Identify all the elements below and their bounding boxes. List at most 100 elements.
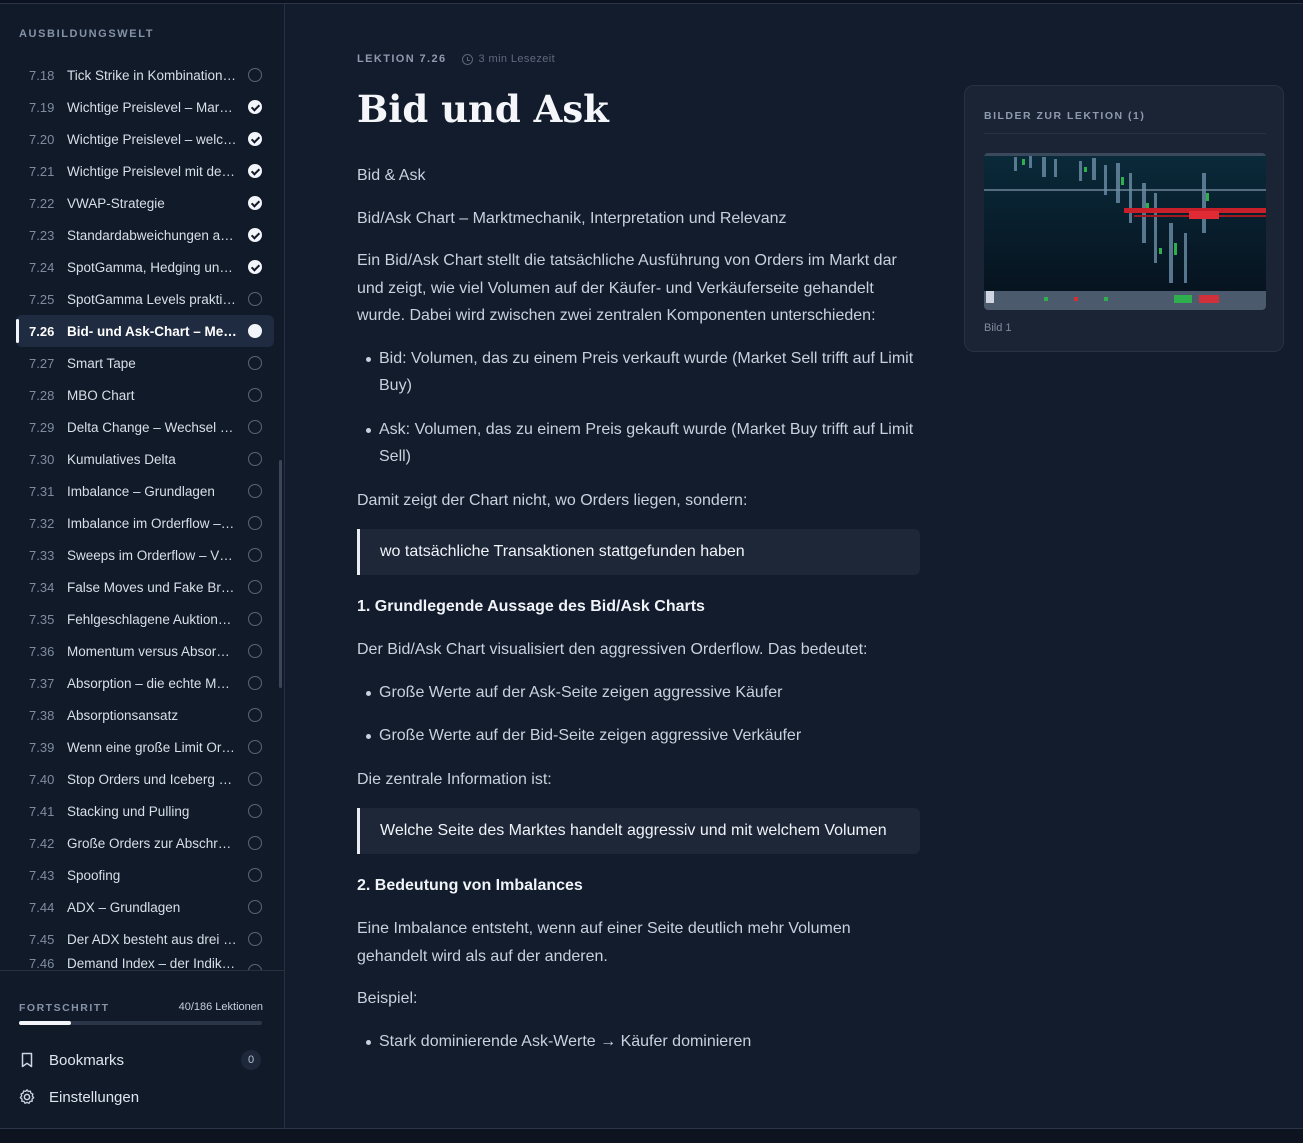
- lesson-item-number: 7.19: [29, 99, 55, 115]
- sidebar-lesson-item[interactable]: 7.44 ADX – Grundlagen: [16, 891, 274, 923]
- lesson-item-title: Imbalance im Orderflow –…: [67, 515, 235, 531]
- paragraph: Die zentrale Information ist:: [357, 770, 552, 788]
- progress-bar-fill: [19, 1021, 72, 1025]
- lesson-item-number: 7.34: [29, 579, 55, 595]
- sidebar-lesson-item[interactable]: 7.39 Wenn eine große Limit Or…: [16, 731, 274, 763]
- lesson-item-title: Fehlgeschlagene Auktion…: [67, 611, 232, 627]
- bookmark-icon: [21, 1052, 33, 1068]
- lesson-item-number: 7.35: [29, 611, 55, 627]
- completed-check-icon: [248, 196, 262, 210]
- lesson-item-title: False Moves und Fake Br…: [67, 579, 235, 595]
- sidebar-lesson-item[interactable]: 7.19 Wichtige Preislevel – Mar…: [16, 91, 274, 123]
- lesson-item-title: SpotGamma, Hedging un…: [67, 259, 233, 275]
- sidebar-lesson-item[interactable]: 7.46 Demand Index – der Indik…: [16, 955, 274, 970]
- read-time: 3 min Lesezeit: [478, 53, 556, 65]
- sidebar-lesson-item[interactable]: 7.43 Spoofing: [16, 859, 274, 891]
- sidebar-lesson-item[interactable]: 7.29 Delta Change – Wechsel …: [16, 411, 274, 443]
- settings-link[interactable]: Einstellungen: [18, 1085, 264, 1109]
- sidebar-lesson-item[interactable]: 7.25 SpotGamma Levels prakti…: [16, 283, 274, 315]
- incomplete-circle-icon: [248, 548, 262, 562]
- lesson-image-thumbnail[interactable]: [984, 153, 1266, 310]
- sidebar-lesson-item[interactable]: 7.24 SpotGamma, Hedging un…: [16, 251, 274, 283]
- sidebar-lesson-item[interactable]: 7.32 Imbalance im Orderflow –…: [16, 507, 274, 539]
- sidebar-lesson-item[interactable]: 7.38 Absorptionsansatz: [16, 699, 274, 731]
- incomplete-circle-icon: [248, 420, 262, 434]
- lesson-item-title: Spoofing: [67, 867, 121, 883]
- sidebar-lesson-item[interactable]: 7.22 VWAP-Strategie: [16, 187, 274, 219]
- incomplete-circle-icon: [248, 356, 262, 370]
- sidebar-lesson-item[interactable]: 7.20 Wichtige Preislevel – welc…: [16, 123, 274, 155]
- sidebar-lesson-item[interactable]: 7.31 Imbalance – Grundlagen: [16, 475, 274, 507]
- completed-check-icon: [248, 260, 262, 274]
- lesson-item-title: Standardabweichungen a…: [67, 227, 234, 243]
- lesson-item-title: ADX – Grundlagen: [67, 899, 181, 915]
- sidebar-lesson-item[interactable]: 7.27 Smart Tape: [16, 347, 274, 379]
- paragraph: Bid/Ask Chart – Marktmechanik, Interpret…: [357, 209, 787, 227]
- sidebar-lesson-item[interactable]: 7.23 Standardabweichungen a…: [16, 219, 274, 251]
- lesson-item-title: VWAP-Strategie: [67, 195, 165, 211]
- lesson-item-number: 7.22: [29, 195, 55, 211]
- progress-label: FORTSCHRITT: [19, 1002, 110, 1014]
- lesson-item-title: Absorptionsansatz: [67, 707, 179, 723]
- images-heading: BILDER ZUR LEKTION (1): [984, 110, 1146, 122]
- bookmarks-count-badge: 0: [241, 1050, 261, 1070]
- lesson-item-number: 7.40: [29, 771, 55, 787]
- gear-icon: [19, 1089, 35, 1104]
- incomplete-circle-icon: [248, 68, 262, 82]
- sidebar-lesson-item[interactable]: 7.33 Sweeps im Orderflow – V…: [16, 539, 274, 571]
- section-heading: 2. Bedeutung von Imbalances: [357, 877, 583, 894]
- sidebar-lesson-item[interactable]: 7.37 Absorption – die echte M…: [16, 667, 274, 699]
- paragraph: Beispiel:: [357, 990, 418, 1007]
- incomplete-circle-icon: [248, 772, 262, 786]
- sidebar-lesson-item[interactable]: 7.30 Kumulatives Delta: [16, 443, 274, 475]
- completed-check-icon: [248, 100, 262, 114]
- sidebar-lesson-item[interactable]: 7.18 Tick Strike in Kombination…: [16, 59, 274, 91]
- bookmarks-link[interactable]: Bookmarks 0: [18, 1048, 264, 1072]
- sidebar: AUSBILDUNGSWELT 7.18 Tick Strike in Kombi…: [0, 4, 285, 1128]
- lesson-item-title: Wichtige Preislevel – welc…: [67, 131, 237, 147]
- completed-check-icon: [248, 228, 262, 242]
- paragraph: Der Bid/Ask Chart visualisiert den aggre…: [357, 641, 868, 658]
- incomplete-circle-icon: [248, 836, 262, 850]
- lesson-item-number: 7.37: [29, 675, 55, 691]
- completed-check-icon: [248, 164, 262, 178]
- paragraph: Eine Imbalance entsteht, wenn auf einer …: [357, 920, 851, 965]
- lesson-item-number: 7.44: [29, 899, 55, 915]
- lesson-item-title: SpotGamma Levels prakti…: [67, 291, 236, 307]
- lesson-item-title: Wichtige Preislevel mit de…: [67, 163, 236, 179]
- sidebar-lesson-item[interactable]: 7.40 Stop Orders und Iceberg …: [16, 763, 274, 795]
- sidebar-lesson-item[interactable]: 7.35 Fehlgeschlagene Auktion…: [16, 603, 274, 635]
- sidebar-lesson-item[interactable]: 7.26 Bid- und Ask-Chart – Me…: [16, 315, 274, 347]
- sidebar-lesson-item[interactable]: 7.34 False Moves und Fake Br…: [16, 571, 274, 603]
- lesson-item-title: Demand Index – der Indik…: [67, 956, 236, 970]
- lesson-item-title: Imbalance – Grundlagen: [67, 483, 215, 499]
- lesson-item-number: 7.38: [29, 707, 55, 723]
- lesson-item-number: 7.36: [29, 643, 55, 659]
- lesson-item-title: Bid- und Ask-Chart – Me…: [67, 323, 237, 339]
- lesson-item-title: Delta Change – Wechsel …: [67, 419, 234, 435]
- completed-check-icon: [248, 132, 262, 146]
- bookmarks-label: Bookmarks: [49, 1051, 125, 1069]
- sidebar-lesson-item[interactable]: 7.21 Wichtige Preislevel mit de…: [16, 155, 274, 187]
- lesson-item-number: 7.29: [29, 419, 55, 435]
- incomplete-circle-icon: [248, 484, 262, 498]
- sidebar-lesson-item[interactable]: 7.36 Momentum versus Absor…: [16, 635, 274, 667]
- list-item: Ask: Volumen, das zu einem Preis gekauft…: [357, 416, 920, 471]
- sidebar-lesson-item[interactable]: 7.42 Große Orders zur Abschr…: [16, 827, 274, 859]
- lesson-images-panel: BILDER ZUR LEKTION (1) Bild 1: [964, 85, 1284, 352]
- clock-icon: [461, 53, 473, 65]
- lesson-item-title: Große Orders zur Abschr…: [67, 835, 232, 851]
- blockquote: wo tatsächliche Transaktionen stattgefun…: [357, 529, 920, 575]
- sidebar-lesson-item[interactable]: 7.28 MBO Chart: [16, 379, 274, 411]
- sidebar-scrollbar[interactable]: [279, 460, 282, 688]
- lesson-item-number: 7.43: [29, 867, 55, 883]
- lesson-item-number: 7.26: [29, 323, 55, 339]
- lesson-item-title: Wenn eine große Limit Or…: [67, 739, 235, 755]
- paragraph: Ein Bid/Ask Chart stellt die tatsächlich…: [357, 252, 897, 324]
- sidebar-lesson-item[interactable]: 7.45 Der ADX besteht aus drei …: [16, 923, 274, 955]
- incomplete-circle-icon: [248, 804, 262, 818]
- sidebar-lesson-item[interactable]: 7.41 Stacking und Pulling: [16, 795, 274, 827]
- lesson-item-title: Kumulatives Delta: [67, 451, 176, 467]
- lesson-item-number: 7.21: [29, 163, 55, 179]
- lesson-content: LEKTION 7.26 3 min Lesezeit Bid und Ask …: [286, 4, 1303, 1128]
